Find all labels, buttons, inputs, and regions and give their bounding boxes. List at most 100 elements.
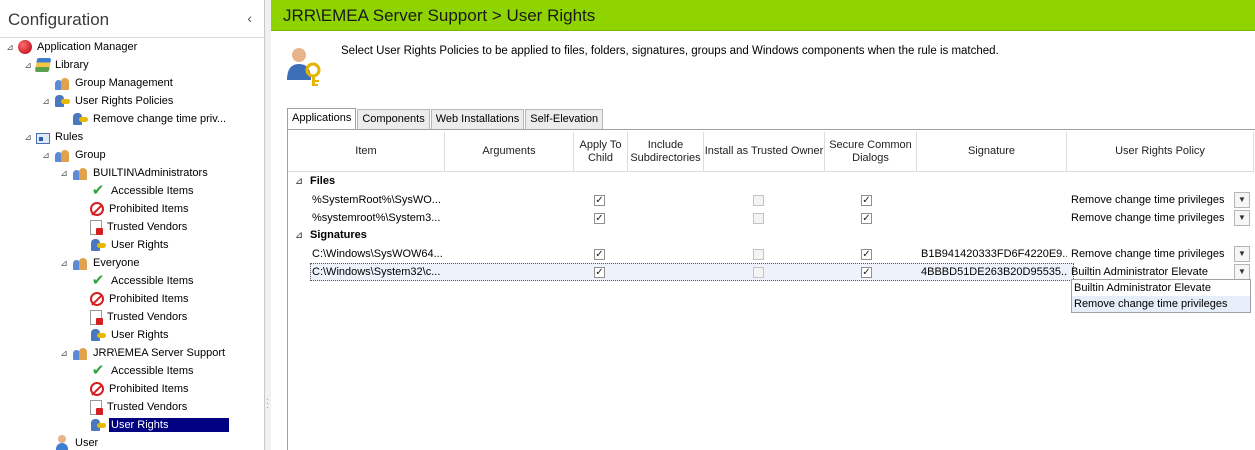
tree-node[interactable]: User Rights <box>77 416 229 434</box>
tree-node[interactable]: ⊿ Group <box>41 146 108 164</box>
tree-node[interactable]: Trusted Vendors <box>77 398 189 416</box>
expand-toggle-icon[interactable]: ⊿ <box>23 60 33 71</box>
tree-node[interactable]: ⊿ Application Manager <box>5 38 139 56</box>
column-header[interactable]: Install as Trusted Owner <box>704 132 825 172</box>
check-icon: ✔ <box>91 362 105 379</box>
tree-node-label: Accessible Items <box>111 275 194 287</box>
arguments-cell[interactable] <box>449 209 570 227</box>
secure-common-dialogs-checkbox[interactable]: ✓ <box>861 267 872 278</box>
prohibited-icon <box>90 382 104 396</box>
tree-node[interactable]: User Rights <box>77 236 170 254</box>
grid-group-header[interactable]: ⊿ Signatures <box>294 229 367 241</box>
tree-node-label: Trusted Vendors <box>107 311 188 323</box>
group-icon <box>72 165 88 181</box>
configuration-pane: Configuration ‹ ⊿ Application Manager ⊿ Lib… <box>0 0 265 450</box>
dropdown-arrow-icon[interactable]: ▼ <box>1234 192 1250 208</box>
apply-to-child-checkbox[interactable]: ✓ <box>594 267 605 278</box>
tree-node[interactable]: ✔ Accessible Items <box>77 362 196 380</box>
check-icon: ✔ <box>91 272 105 289</box>
tree-node[interactable]: Trusted Vendors <box>77 218 189 236</box>
tree-node[interactable]: Trusted Vendors <box>77 308 189 326</box>
expand-toggle-icon[interactable]: ⊿ <box>294 176 304 187</box>
expand-toggle-icon[interactable]: ⊿ <box>5 42 15 53</box>
tree-node[interactable]: Prohibited Items <box>77 380 190 398</box>
dropdown-arrow-icon[interactable]: ▼ <box>1234 210 1250 226</box>
expand-toggle-icon[interactable]: ⊿ <box>41 96 51 107</box>
column-header[interactable]: Arguments <box>445 132 574 172</box>
tree-node[interactable]: User <box>41 434 100 450</box>
tree-node[interactable]: ⊿ BUILTIN\Administrators <box>59 164 210 182</box>
item-cell[interactable]: %systemroot%\System3... <box>312 209 447 227</box>
secure-common-dialogs-checkbox[interactable]: ✓ <box>861 249 872 260</box>
tree-node[interactable]: ⊿ Everyone <box>59 254 141 272</box>
user-rights-policies-icon <box>54 93 70 109</box>
grid-group-header[interactable]: ⊿ Files <box>294 175 335 187</box>
install-trusted-owner-checkbox <box>753 267 764 278</box>
expand-toggle-icon[interactable]: ⊿ <box>59 348 69 359</box>
tab-components[interactable]: Components <box>357 109 430 129</box>
arguments-cell[interactable] <box>449 263 570 281</box>
tree-node[interactable]: Prohibited Items <box>77 290 190 308</box>
column-header[interactable]: Include Subdirectories <box>628 132 704 172</box>
dropdown-arrow-icon[interactable]: ▼ <box>1234 246 1250 262</box>
column-header[interactable]: User Rights Policy <box>1067 132 1254 172</box>
tree-node[interactable]: User Rights <box>77 326 170 344</box>
tree-node-label: Accessible Items <box>111 365 194 377</box>
tree-node-label: Remove change time priv... <box>93 113 227 125</box>
tree-node[interactable]: ⊿ Rules <box>23 128 85 146</box>
tree-node-label: Rules <box>55 131 84 143</box>
tab-strip: Applications Components Web Installation… <box>287 108 604 129</box>
check-icon: ✔ <box>91 182 105 199</box>
splitter-grip-icon[interactable]: · · · <box>266 396 269 412</box>
apply-to-child-checkbox[interactable]: ✓ <box>594 195 605 206</box>
policy-dropdown-list: Builtin Administrator Elevate Remove chan… <box>1071 279 1251 313</box>
dropdown-option[interactable]: Remove change time privileges <box>1072 296 1250 312</box>
tree-node[interactable]: ✔ Accessible Items <box>77 272 196 290</box>
tree-node[interactable]: Prohibited Items <box>77 200 190 218</box>
dropdown-option[interactable]: Builtin Administrator Elevate <box>1072 280 1250 296</box>
user-rights-icon <box>90 417 106 433</box>
tree-node[interactable]: ⊿ Library <box>23 56 91 74</box>
tab-applications[interactable]: Applications <box>287 108 357 129</box>
tree-node[interactable]: ⊿ JRR\EMEA Server Support <box>59 344 227 362</box>
expand-toggle-icon[interactable]: ⊿ <box>23 132 33 143</box>
tree-node[interactable]: ✔ Accessible Items <box>77 182 196 200</box>
arguments-cell[interactable] <box>449 191 570 209</box>
tree-node-label: JRR\EMEA Server Support <box>93 347 226 359</box>
item-cell[interactable]: C:\Windows\SysWOW64... <box>312 245 447 263</box>
expand-toggle-icon[interactable]: ⊿ <box>41 150 51 161</box>
library-icon <box>34 58 52 72</box>
tree-node[interactable]: Remove change time priv... <box>59 110 228 128</box>
tree-node-label: Group Management <box>75 77 173 89</box>
expand-toggle-icon[interactable]: ⊿ <box>59 258 69 269</box>
apply-to-child-checkbox[interactable]: ✓ <box>594 213 605 224</box>
collapse-pane-icon[interactable]: ‹ <box>247 10 252 26</box>
tab-web-installations[interactable]: Web Installations <box>430 109 525 129</box>
user-rights-icon <box>90 327 106 343</box>
item-cell[interactable]: %SystemRoot%\SysWO... <box>312 191 447 209</box>
column-header[interactable]: Apply To Child <box>574 132 628 172</box>
user-rights-policy-select[interactable]: Remove change time privileges <box>1071 191 1231 209</box>
column-header[interactable]: Secure Common Dialogs <box>825 132 917 172</box>
user-rights-policy-icon <box>72 111 88 127</box>
column-header[interactable]: Signature <box>917 132 1067 172</box>
dropdown-arrow-icon[interactable]: ▼ <box>1234 264 1250 280</box>
tree-node[interactable]: ⊿ User Rights Policies <box>41 92 175 110</box>
tree-node-label: User <box>75 437 99 449</box>
user-rights-key-icon <box>287 48 321 86</box>
secure-common-dialogs-checkbox[interactable]: ✓ <box>861 213 872 224</box>
expand-toggle-icon[interactable]: ⊿ <box>59 168 69 179</box>
arguments-cell[interactable] <box>449 245 570 263</box>
apply-to-child-checkbox[interactable]: ✓ <box>594 249 605 260</box>
item-cell[interactable]: C:\Windows\System32\c... <box>312 263 447 281</box>
tab-self-elevation[interactable]: Self-Elevation <box>525 109 604 129</box>
secure-common-dialogs-checkbox[interactable]: ✓ <box>861 195 872 206</box>
tree-node[interactable]: Group Management <box>41 74 175 92</box>
user-rights-icon <box>90 237 106 253</box>
expand-toggle-icon[interactable]: ⊿ <box>294 230 304 241</box>
user-rights-policy-select[interactable]: Remove change time privileges <box>1071 245 1231 263</box>
group-icon <box>54 147 70 163</box>
user-rights-policy-select[interactable]: Remove change time privileges <box>1071 209 1231 227</box>
column-header[interactable]: Item <box>288 132 445 172</box>
tree-node-label: User Rights <box>109 418 229 432</box>
